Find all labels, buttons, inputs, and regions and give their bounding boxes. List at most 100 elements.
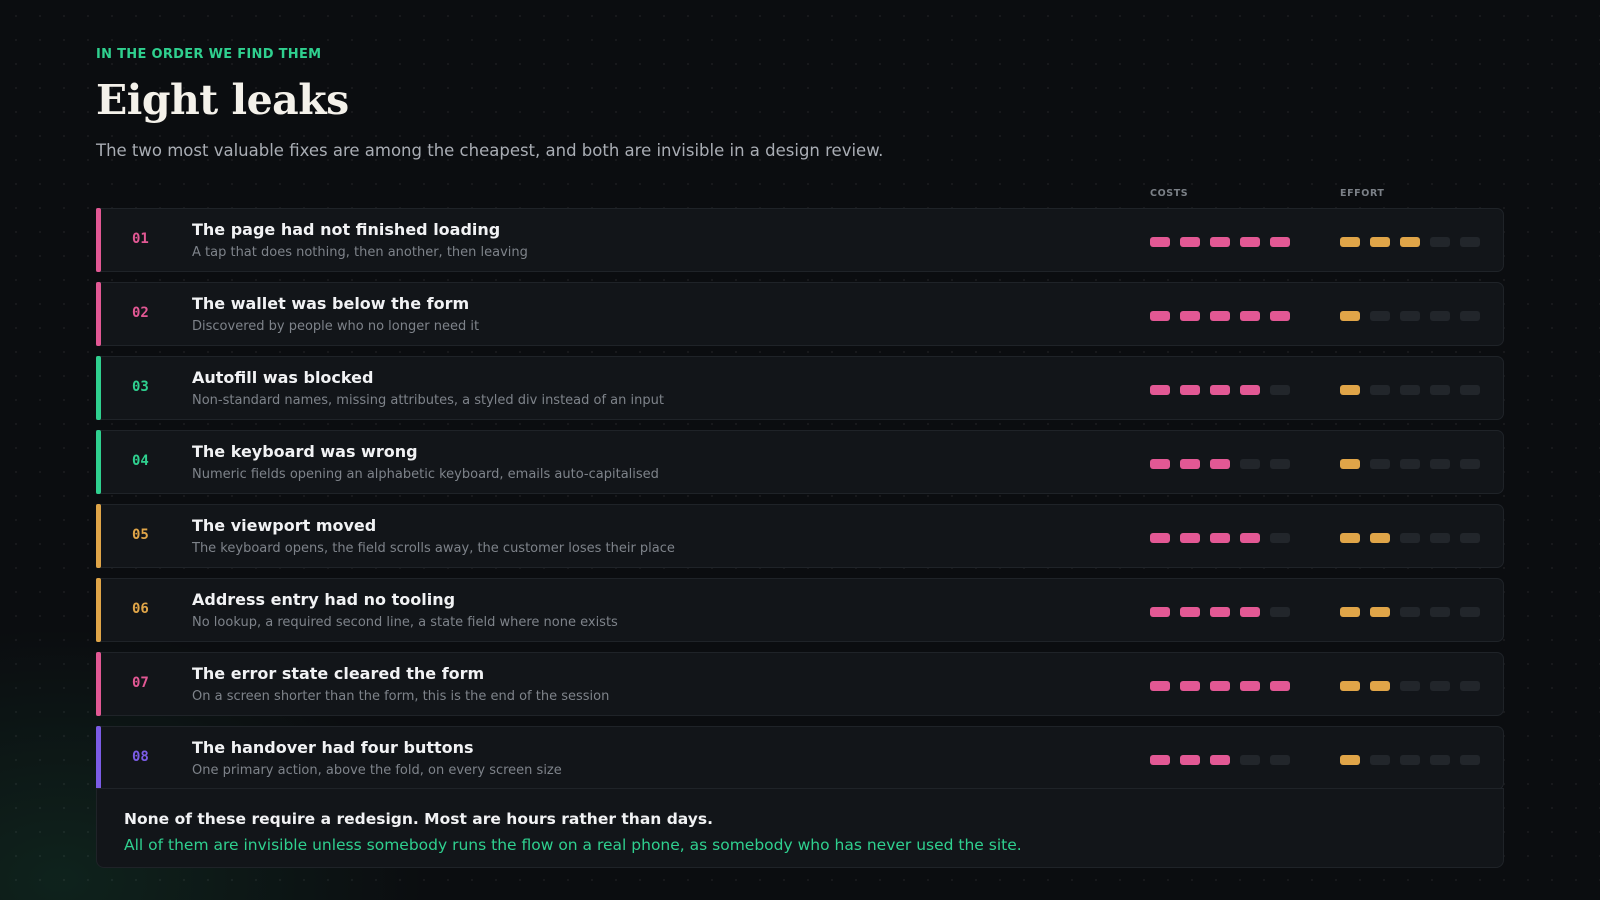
costs-meter bbox=[1150, 237, 1290, 247]
effort-meter-segment bbox=[1430, 385, 1450, 395]
leak-title: The viewport moved bbox=[192, 516, 377, 535]
effort-meter bbox=[1340, 533, 1480, 543]
effort-meter-segment bbox=[1460, 607, 1480, 617]
effort-meter-segment bbox=[1430, 681, 1450, 691]
effort-meter-segment bbox=[1400, 237, 1420, 247]
costs-column-header: COSTS bbox=[1150, 188, 1189, 199]
costs-meter-segment bbox=[1210, 533, 1230, 543]
effort-meter-segment bbox=[1370, 533, 1390, 543]
effort-column-header: EFFORT bbox=[1340, 188, 1385, 199]
costs-meter-segment bbox=[1240, 459, 1260, 469]
effort-meter-segment bbox=[1430, 755, 1450, 765]
effort-meter-segment bbox=[1400, 607, 1420, 617]
leak-row: 02 The wallet was below the form Discovere… bbox=[96, 282, 1504, 346]
page: IN THE ORDER WE FIND THEM Eight leaks Th… bbox=[0, 0, 1600, 900]
effort-meter bbox=[1340, 311, 1480, 321]
leak-accent-bar bbox=[96, 504, 101, 568]
effort-meter-segment bbox=[1400, 385, 1420, 395]
costs-meter-segment bbox=[1210, 237, 1230, 247]
leak-accent-bar bbox=[96, 208, 101, 272]
effort-meter-segment bbox=[1370, 237, 1390, 247]
costs-meter-segment bbox=[1150, 533, 1170, 543]
leak-row: 08 The handover had four buttons One prima… bbox=[96, 726, 1504, 790]
costs-meter-segment bbox=[1150, 385, 1170, 395]
costs-meter bbox=[1150, 607, 1290, 617]
effort-meter bbox=[1340, 459, 1480, 469]
leak-accent-bar bbox=[96, 652, 101, 716]
leak-row: 03 Autofill was blocked Non-standard names… bbox=[96, 356, 1504, 420]
costs-meter-segment bbox=[1150, 237, 1170, 247]
costs-meter-segment bbox=[1180, 385, 1200, 395]
costs-meter bbox=[1150, 459, 1290, 469]
costs-meter-segment bbox=[1150, 681, 1170, 691]
leak-title: The handover had four buttons bbox=[192, 738, 474, 757]
effort-meter-segment bbox=[1370, 311, 1390, 321]
effort-meter-segment bbox=[1430, 237, 1450, 247]
costs-meter-segment bbox=[1210, 607, 1230, 617]
costs-meter-segment bbox=[1240, 755, 1260, 765]
leak-row: 04 The keyboard was wrong Numeric fields o… bbox=[96, 430, 1504, 494]
costs-meter-segment bbox=[1180, 533, 1200, 543]
effort-meter-segment bbox=[1430, 607, 1450, 617]
leak-number: 08 bbox=[132, 749, 149, 765]
leak-description: A tap that does nothing, then another, t… bbox=[192, 245, 528, 260]
costs-meter bbox=[1150, 533, 1290, 543]
costs-meter-segment bbox=[1270, 681, 1290, 691]
leak-number: 03 bbox=[132, 379, 149, 395]
effort-meter-segment bbox=[1400, 311, 1420, 321]
leak-list: 01 The page had not finished loading A tap… bbox=[96, 208, 1504, 800]
eyebrow-label: IN THE ORDER WE FIND THEM bbox=[96, 47, 322, 62]
effort-meter-segment bbox=[1460, 385, 1480, 395]
costs-meter bbox=[1150, 755, 1290, 765]
effort-meter-segment bbox=[1340, 459, 1360, 469]
leak-title: The wallet was below the form bbox=[192, 294, 470, 313]
effort-meter-segment bbox=[1430, 311, 1450, 321]
summary-note: All of them are invisible unless somebod… bbox=[124, 836, 1022, 854]
costs-meter-segment bbox=[1240, 385, 1260, 395]
effort-meter-segment bbox=[1430, 533, 1450, 543]
effort-meter-segment bbox=[1340, 237, 1360, 247]
effort-meter bbox=[1340, 755, 1480, 765]
costs-meter bbox=[1150, 681, 1290, 691]
leak-description: No lookup, a required second line, a sta… bbox=[192, 615, 618, 630]
page-title: Eight leaks bbox=[96, 76, 349, 124]
summary-headline: None of these require a redesign. Most a… bbox=[124, 810, 713, 828]
costs-meter-segment bbox=[1270, 607, 1290, 617]
leak-title: The keyboard was wrong bbox=[192, 442, 418, 461]
costs-meter-segment bbox=[1240, 533, 1260, 543]
costs-meter-segment bbox=[1240, 311, 1260, 321]
costs-meter-segment bbox=[1150, 459, 1170, 469]
leak-accent-bar bbox=[96, 282, 101, 346]
effort-meter-segment bbox=[1460, 681, 1480, 691]
costs-meter-segment bbox=[1270, 385, 1290, 395]
costs-meter-segment bbox=[1180, 755, 1200, 765]
costs-meter-segment bbox=[1180, 459, 1200, 469]
leak-title: Address entry had no tooling bbox=[192, 590, 456, 609]
leak-description: The keyboard opens, the field scrolls aw… bbox=[192, 541, 675, 556]
effort-meter-segment bbox=[1400, 681, 1420, 691]
effort-meter-segment bbox=[1400, 533, 1420, 543]
costs-meter-segment bbox=[1270, 237, 1290, 247]
costs-meter-segment bbox=[1240, 681, 1260, 691]
leak-row: 05 The viewport moved The keyboard opens, … bbox=[96, 504, 1504, 568]
effort-meter-segment bbox=[1460, 755, 1480, 765]
leak-row: 07 The error state cleared the form On a s… bbox=[96, 652, 1504, 716]
effort-meter-segment bbox=[1370, 385, 1390, 395]
costs-meter-segment bbox=[1180, 311, 1200, 321]
leak-row: 06 Address entry had no tooling No lookup,… bbox=[96, 578, 1504, 642]
effort-meter-segment bbox=[1340, 385, 1360, 395]
costs-meter-segment bbox=[1270, 459, 1290, 469]
leak-description: One primary action, above the fold, on e… bbox=[192, 763, 562, 778]
effort-meter-segment bbox=[1340, 681, 1360, 691]
leak-description: Discovered by people who no longer need … bbox=[192, 319, 480, 334]
effort-meter-segment bbox=[1460, 311, 1480, 321]
effort-meter-segment bbox=[1430, 459, 1450, 469]
leak-description: On a screen shorter than the form, this … bbox=[192, 689, 610, 704]
costs-meter-segment bbox=[1210, 311, 1230, 321]
costs-meter-segment bbox=[1210, 681, 1230, 691]
effort-meter-segment bbox=[1340, 533, 1360, 543]
leak-title: The page had not finished loading bbox=[192, 220, 501, 239]
leak-number: 06 bbox=[132, 601, 149, 617]
leak-accent-bar bbox=[96, 430, 101, 494]
effort-meter bbox=[1340, 385, 1480, 395]
